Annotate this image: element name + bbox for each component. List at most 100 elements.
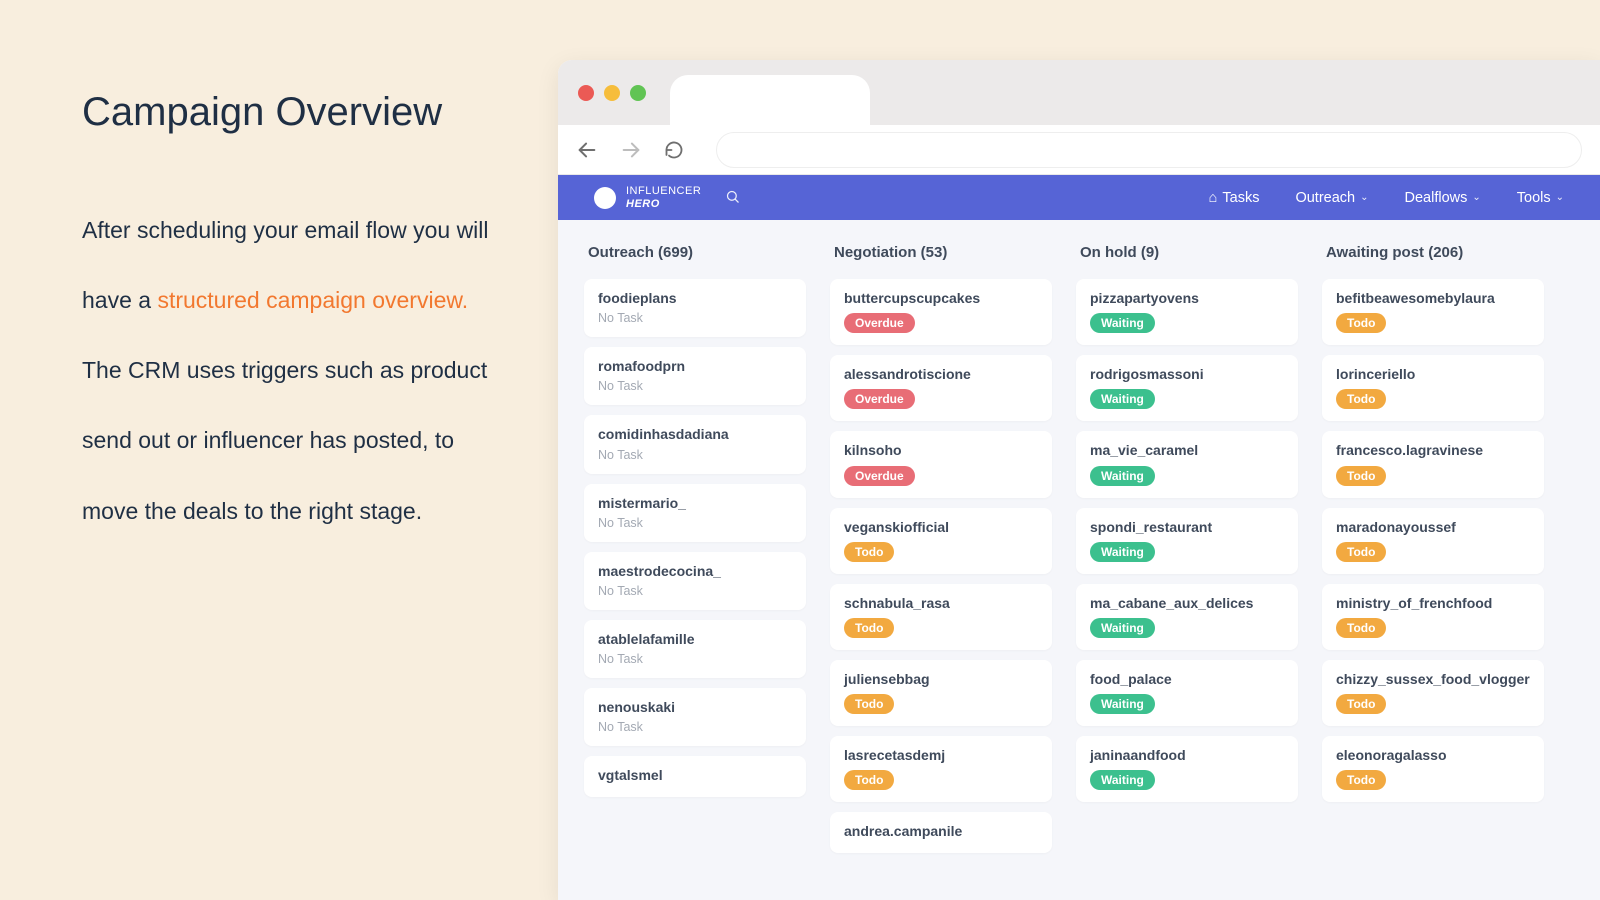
deal-subtext: No Task: [598, 584, 792, 598]
deal-name: francesco.lagravinese: [1336, 441, 1530, 459]
browser-tab-bar: [558, 60, 1600, 125]
column-title: Outreach (699): [584, 244, 806, 261]
nav-tasks[interactable]: ⌂ Tasks: [1209, 190, 1260, 206]
home-icon: ⌂: [1209, 190, 1218, 206]
page-title: Campaign Overview: [82, 90, 508, 135]
status-badge: Todo: [844, 542, 894, 562]
minimize-window-icon[interactable]: [604, 85, 620, 101]
deal-card[interactable]: buttercupscupcakes Overdue: [830, 279, 1052, 345]
status-badge: Todo: [844, 694, 894, 714]
deal-card[interactable]: ma_cabane_aux_delicesWaiting: [1076, 584, 1298, 650]
deal-name: food_palace: [1090, 670, 1284, 688]
deal-card[interactable]: maestrodecocina_ No Task: [584, 552, 806, 610]
deal-card[interactable]: francesco.lagravinese Todo: [1322, 431, 1544, 497]
deal-card[interactable]: lasrecetasdemjTodo: [830, 736, 1052, 802]
deal-subtext: No Task: [598, 516, 792, 530]
deal-card[interactable]: maradonayoussefTodo: [1322, 508, 1544, 574]
back-icon[interactable]: [576, 139, 598, 161]
deal-card[interactable]: food_palaceWaiting: [1076, 660, 1298, 726]
url-input[interactable]: [716, 132, 1582, 168]
deal-subtext: No Task: [598, 311, 792, 325]
deal-card[interactable]: mistermario_ No Task: [584, 484, 806, 542]
search-icon[interactable]: [725, 189, 740, 207]
deal-name: comidinhasdadiana: [598, 425, 792, 443]
status-badge: Waiting: [1090, 389, 1155, 409]
deal-card[interactable]: chizzy_sussex_food_vlogger Todo: [1322, 660, 1544, 726]
deal-card[interactable]: pizzapartyovensWaiting: [1076, 279, 1298, 345]
deal-name: kilnsoho: [844, 441, 1038, 459]
description: After scheduling your email flow you wil…: [82, 195, 508, 546]
app-header: INFLUENCER HERO ⌂ Tasks Outreach ⌄ Dealf…: [558, 175, 1600, 220]
deal-subtext: No Task: [598, 448, 792, 462]
column-title: Awaiting post (206): [1322, 244, 1544, 261]
status-badge: Waiting: [1090, 542, 1155, 562]
deal-card[interactable]: schnabula_rasa Todo: [830, 584, 1052, 650]
reload-icon[interactable]: [664, 140, 684, 160]
deal-name: atablelafamille: [598, 630, 792, 648]
column-title: On hold (9): [1076, 244, 1298, 261]
deal-card[interactable]: nenouskakiNo Task: [584, 688, 806, 746]
deal-card[interactable]: vgtalsmel: [584, 756, 806, 796]
deal-card[interactable]: kilnsoho Overdue: [830, 431, 1052, 497]
status-badge: Overdue: [844, 313, 915, 333]
deal-card[interactable]: lorincerielloTodo: [1322, 355, 1544, 421]
deal-name: ma_vie_caramel: [1090, 441, 1284, 459]
logo[interactable]: INFLUENCER HERO: [594, 185, 701, 209]
deal-name: vgtalsmel: [598, 766, 792, 784]
nav-dealflows[interactable]: Dealflows ⌄: [1405, 190, 1481, 206]
nav-outreach[interactable]: Outreach ⌄: [1295, 190, 1368, 206]
deal-card[interactable]: befitbeawesomebylauraTodo: [1322, 279, 1544, 345]
maximize-window-icon[interactable]: [630, 85, 646, 101]
status-badge: Overdue: [844, 466, 915, 486]
deal-name: buttercupscupcakes: [844, 289, 1038, 307]
forward-icon[interactable]: [620, 139, 642, 161]
kanban-column: Awaiting post (206) befitbeawesomebylaura…: [1322, 244, 1544, 853]
deal-name: schnabula_rasa: [844, 594, 1038, 612]
deal-card[interactable]: rodrigosmassoniWaiting: [1076, 355, 1298, 421]
status-badge: Todo: [1336, 313, 1386, 333]
status-badge: Todo: [844, 618, 894, 638]
status-badge: Todo: [1336, 618, 1386, 638]
deal-name: eleonoragalasso: [1336, 746, 1530, 764]
deal-name: mistermario_: [598, 494, 792, 512]
deal-card[interactable]: comidinhasdadiana No Task: [584, 415, 806, 473]
deal-card[interactable]: andrea.campanile: [830, 812, 1052, 852]
chevron-down-icon: ⌄: [1360, 192, 1368, 203]
status-badge: Todo: [1336, 694, 1386, 714]
deal-card[interactable]: romafoodprnNo Task: [584, 347, 806, 405]
highlight-text: structured campaign overview.: [157, 287, 468, 313]
deal-name: nenouskaki: [598, 698, 792, 716]
deal-card[interactable]: foodieplansNo Task: [584, 279, 806, 337]
deal-name: juliensebbag: [844, 670, 1038, 688]
status-badge: Waiting: [1090, 313, 1155, 333]
close-window-icon[interactable]: [578, 85, 594, 101]
deal-card[interactable]: veganskiofficialTodo: [830, 508, 1052, 574]
status-badge: Waiting: [1090, 618, 1155, 638]
deal-card[interactable]: alessandrotiscioneOverdue: [830, 355, 1052, 421]
deal-name: chizzy_sussex_food_vlogger: [1336, 670, 1530, 688]
browser-tab[interactable]: [670, 75, 870, 125]
browser-address-bar: [558, 125, 1600, 175]
main-nav: ⌂ Tasks Outreach ⌄ Dealflows ⌄ Tools ⌄: [1209, 190, 1564, 206]
deal-card[interactable]: eleonoragalassoTodo: [1322, 736, 1544, 802]
deal-name: romafoodprn: [598, 357, 792, 375]
nav-tools[interactable]: Tools ⌄: [1517, 190, 1564, 206]
deal-card[interactable]: spondi_restaurantWaiting: [1076, 508, 1298, 574]
deal-name: maestrodecocina_: [598, 562, 792, 580]
kanban-column: On hold (9) pizzapartyovensWaiting rodrigo…: [1076, 244, 1298, 853]
deal-card[interactable]: juliensebbag Todo: [830, 660, 1052, 726]
chevron-down-icon: ⌄: [1472, 192, 1480, 203]
status-badge: Todo: [1336, 466, 1386, 486]
kanban-column: Negotiation (53)buttercupscupcakesOverdu…: [830, 244, 1052, 853]
deal-card[interactable]: ministry_of_frenchfoodTodo: [1322, 584, 1544, 650]
logo-icon: [594, 187, 616, 209]
kanban-column: Outreach (699) foodieplansNo Task romafood…: [584, 244, 806, 853]
browser-mock: INFLUENCER HERO ⌂ Tasks Outreach ⌄ Dealf…: [558, 0, 1600, 900]
deal-card[interactable]: atablelafamille No Task: [584, 620, 806, 678]
status-badge: Waiting: [1090, 770, 1155, 790]
deal-card[interactable]: ma_vie_caramelWaiting: [1076, 431, 1298, 497]
deal-card[interactable]: janinaandfoodWaiting: [1076, 736, 1298, 802]
deal-name: lasrecetasdemj: [844, 746, 1038, 764]
status-badge: Todo: [1336, 542, 1386, 562]
deal-subtext: No Task: [598, 652, 792, 666]
